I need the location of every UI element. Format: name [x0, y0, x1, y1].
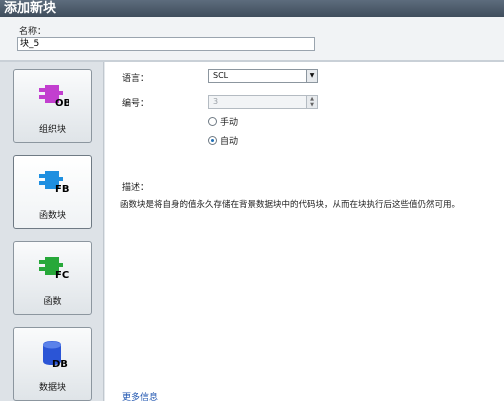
- language-value: SCL: [213, 71, 229, 80]
- manual-radio-label: 手动: [220, 118, 239, 128]
- number-label: 编号：: [122, 99, 150, 109]
- block-type-db-label: 数据块: [38, 383, 66, 393]
- block-type-ob-label: 组织块: [38, 125, 66, 135]
- radio-checked-icon: [208, 136, 217, 145]
- description-text: 函数块是将自身的值永久存储在背景数据块中的代码块，从而在块执行后这些值仍然可用。: [120, 200, 461, 210]
- block-type-fc-button[interactable]: FC 函数: [13, 241, 92, 315]
- ob-block-icon: OB: [39, 85, 69, 108]
- auto-radio[interactable]: 自动: [208, 134, 238, 147]
- manual-radio[interactable]: 手动: [208, 115, 238, 128]
- block-type-fb-button[interactable]: FB 函数块: [13, 155, 92, 229]
- spinner-icon: ▲ ▼: [306, 96, 317, 108]
- more-info-link[interactable]: 更多信息: [122, 390, 158, 401]
- block-type-sidebar: OB 组织块 FB 函数块 FC 函数 DB 数据块: [0, 62, 104, 401]
- db-block-icon: DB: [43, 341, 68, 368]
- radio-unchecked-icon: [208, 117, 217, 126]
- svg-text:FB: FB: [55, 184, 69, 194]
- block-type-fc-label: 函数: [43, 297, 62, 307]
- block-type-db-button[interactable]: DB 数据块: [13, 327, 92, 401]
- block-type-fb-label: 函数块: [38, 211, 66, 221]
- name-area: 名称： 块_5: [0, 17, 504, 60]
- name-label: 名称：: [19, 27, 47, 37]
- number-value: 3: [213, 97, 219, 106]
- language-select[interactable]: SCL ▼: [208, 69, 318, 83]
- dialog-title: 添加新块: [0, 0, 504, 17]
- svg-text:OB: OB: [55, 98, 69, 108]
- svg-text:DB: DB: [52, 359, 68, 368]
- fb-block-icon: FB: [39, 171, 69, 194]
- dropdown-arrow-icon[interactable]: ▼: [306, 70, 317, 82]
- number-field: 3 ▲ ▼: [208, 95, 318, 109]
- block-properties-panel: 语言： SCL ▼ 编号： 3 ▲ ▼ 手动 自动 描述： 函数块是将自身的值永久…: [105, 62, 504, 401]
- svg-text:FC: FC: [55, 270, 69, 280]
- language-label: 语言：: [122, 74, 150, 84]
- name-input[interactable]: 块_5: [17, 37, 315, 51]
- auto-radio-label: 自动: [220, 137, 239, 147]
- fc-block-icon: FC: [39, 257, 69, 280]
- block-type-ob-button[interactable]: OB 组织块: [13, 69, 92, 143]
- description-label: 描述：: [122, 183, 150, 193]
